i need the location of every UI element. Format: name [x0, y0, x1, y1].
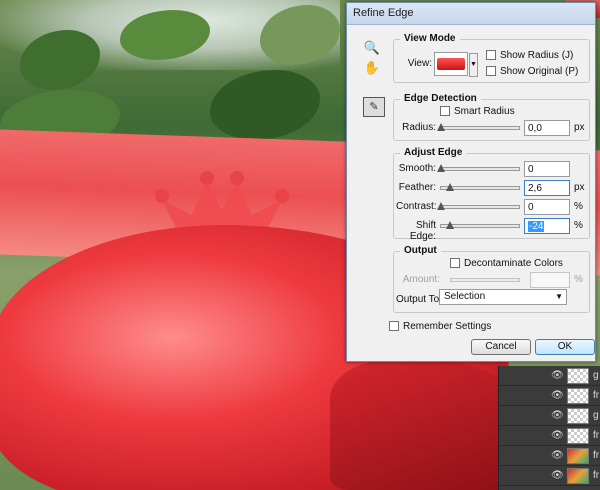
- feather-slider[interactable]: [440, 183, 520, 191]
- zoom-icon[interactable]: 🔍: [361, 37, 383, 59]
- radius-unit: px: [574, 122, 585, 133]
- view-mode-group: View Mode View: ▼ Show Radius (J) Show O…: [393, 33, 590, 83]
- eye-icon[interactable]: 👁: [551, 430, 564, 441]
- decontaminate-checkbox[interactable]: [450, 258, 460, 268]
- chevron-down-icon: ▼: [555, 292, 563, 301]
- feather-slider-knob[interactable]: [446, 183, 455, 191]
- layer-thumbnail: [567, 428, 589, 444]
- feather-label: Feather:: [398, 182, 436, 193]
- adjust-edge-heading: Adjust Edge: [400, 147, 467, 158]
- leaf: [210, 70, 320, 140]
- layer-thumbnail: [567, 368, 589, 384]
- feather-input[interactable]: 2,6: [524, 180, 570, 196]
- output-to-select[interactable]: Selection ▼: [439, 289, 567, 305]
- amount-unit: %: [574, 274, 583, 285]
- shift-edge-label: Shift Edge:: [409, 220, 436, 242]
- output-to-label: Output To:: [396, 294, 442, 305]
- contrast-label: Contrast:: [396, 201, 437, 212]
- view-label: View:: [407, 58, 432, 69]
- radius-slider[interactable]: [437, 123, 520, 131]
- layer-name: g: [593, 410, 599, 421]
- layer-name: fr: [593, 430, 600, 441]
- layer-row[interactable]: 👁 fr: [499, 446, 600, 466]
- eye-icon[interactable]: 👁: [551, 390, 564, 401]
- contrast-slider[interactable]: [437, 202, 520, 210]
- eye-icon[interactable]: 👁: [551, 370, 564, 381]
- eye-icon[interactable]: 👁: [551, 410, 564, 421]
- view-preview-swatch: [437, 58, 465, 70]
- layer-thumbnail: [567, 468, 589, 484]
- dialog-titlebar[interactable]: Refine Edge: [347, 3, 595, 25]
- layer-thumbnail: [567, 448, 589, 464]
- smooth-input[interactable]: 0: [524, 161, 570, 177]
- shift-edge-input[interactable]: -24: [524, 218, 570, 234]
- feather-unit: px: [574, 182, 585, 193]
- show-radius-label: Show Radius (J): [500, 50, 574, 61]
- edge-detection-group: Edge Detection Smart Radius Radius: 0,0 …: [393, 93, 590, 141]
- ok-button[interactable]: OK: [535, 339, 595, 355]
- eye-icon[interactable]: 👁: [551, 450, 564, 461]
- show-original-checkbox[interactable]: [486, 66, 496, 76]
- radius-input[interactable]: 0,0: [524, 120, 570, 136]
- shift-edge-value: -24: [528, 221, 545, 232]
- layer-name: fr: [593, 390, 600, 401]
- output-heading: Output: [400, 245, 441, 256]
- amount-input[interactable]: [530, 272, 570, 288]
- shift-edge-unit: %: [574, 220, 583, 231]
- layer-thumbnail: [567, 408, 589, 424]
- eye-icon[interactable]: 👁: [551, 470, 564, 481]
- show-radius-checkbox[interactable]: [486, 50, 496, 60]
- shift-edge-slider-knob[interactable]: [446, 221, 455, 229]
- layer-row[interactable]: 👁 fr: [499, 386, 600, 406]
- view-mode-heading: View Mode: [400, 33, 460, 44]
- refine-edge-dialog: Refine Edge 🔍 ✋ ✎ View Mode View: ▼ Show…: [346, 2, 596, 362]
- layers-panel: 👁 g 👁 fr 👁 g 👁 fr 👁 fr 👁 fr: [498, 366, 600, 490]
- smart-radius-label: Smart Radius: [454, 106, 515, 117]
- refine-radius-brush-icon[interactable]: ✎: [363, 97, 385, 117]
- smooth-slider-knob[interactable]: [437, 164, 445, 172]
- layer-row[interactable]: 👁 fr: [499, 466, 600, 486]
- layer-row[interactable]: 👁 fr: [499, 426, 600, 446]
- radius-label: Radius:: [402, 122, 436, 133]
- amount-label: Amount:: [402, 274, 440, 285]
- smooth-label: Smooth:: [398, 163, 436, 174]
- layer-name: g: [593, 370, 599, 381]
- layer-name: fr: [593, 470, 600, 481]
- layer-thumbnail: [567, 388, 589, 404]
- contrast-input[interactable]: 0: [524, 199, 570, 215]
- smart-radius-checkbox[interactable]: [440, 106, 450, 116]
- hand-icon[interactable]: ✋: [361, 57, 383, 79]
- smooth-slider[interactable]: [437, 164, 520, 172]
- amount-slider[interactable]: [450, 278, 520, 282]
- chevron-down-icon[interactable]: ▼: [469, 53, 478, 77]
- remember-settings-label: Remember Settings: [403, 321, 492, 332]
- show-original-label: Show Original (P): [500, 66, 579, 77]
- remember-settings-checkbox[interactable]: [389, 321, 399, 331]
- adjust-edge-group: Adjust Edge Smooth: 0 Feather: 2,6 px Co…: [393, 147, 590, 242]
- contrast-unit: %: [574, 201, 583, 212]
- shift-edge-slider[interactable]: [440, 221, 520, 229]
- layer-row[interactable]: 👁 g: [499, 406, 600, 426]
- output-to-value: Selection: [444, 291, 486, 302]
- dialog-title: Refine Edge: [353, 7, 414, 19]
- edge-detection-heading: Edge Detection: [400, 93, 481, 104]
- view-mode-thumbnail[interactable]: ▼: [434, 52, 478, 77]
- contrast-slider-knob[interactable]: [437, 202, 445, 210]
- decontaminate-label: Decontaminate Colors: [464, 258, 563, 269]
- layer-row[interactable]: 👁 g: [499, 366, 600, 386]
- cancel-button[interactable]: Cancel: [471, 339, 531, 355]
- layer-name: fr: [593, 450, 600, 461]
- radius-slider-knob[interactable]: [437, 123, 445, 131]
